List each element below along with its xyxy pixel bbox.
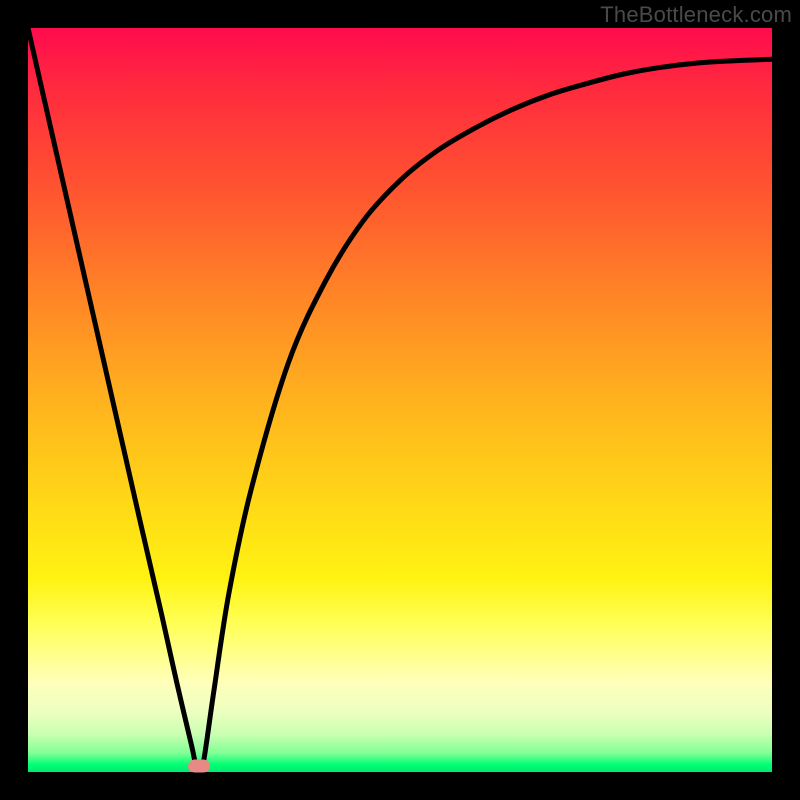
chart-frame: TheBottleneck.com [0, 0, 800, 800]
curve-svg [28, 28, 772, 772]
watermark-text: TheBottleneck.com [600, 2, 792, 28]
plot-area [28, 28, 772, 772]
optimal-marker [188, 760, 210, 773]
bottleneck-curve-path [28, 28, 772, 768]
